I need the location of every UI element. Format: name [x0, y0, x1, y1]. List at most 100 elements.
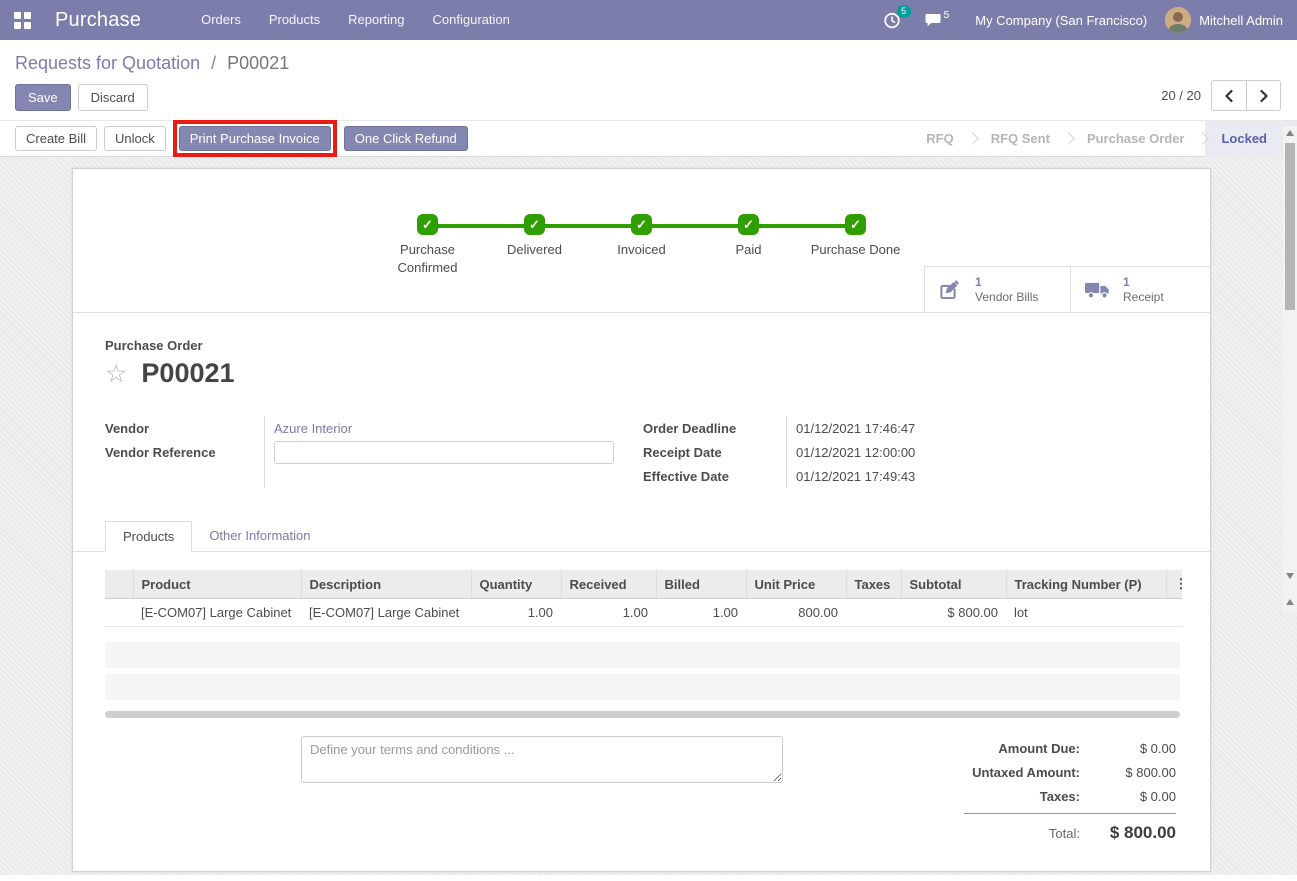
menu-products[interactable]: Products	[255, 0, 334, 40]
scroll-down-icon[interactable]	[1286, 573, 1294, 579]
breadcrumb-separator: /	[211, 53, 216, 73]
column-quantity[interactable]: Quantity	[471, 570, 561, 599]
terms-and-conditions	[301, 736, 783, 848]
company-switcher[interactable]: My Company (San Francisco)	[975, 13, 1147, 28]
check-icon: ✓	[417, 214, 438, 235]
tab-products[interactable]: Products	[105, 521, 192, 552]
control-panel: Requests for Quotation / P00021 Save Dis…	[0, 40, 1297, 120]
terms-textarea[interactable]	[301, 736, 783, 783]
row-handle[interactable]	[105, 599, 133, 627]
column-product[interactable]: Product	[133, 570, 301, 599]
discard-button[interactable]: Discard	[78, 84, 148, 111]
avatar-image	[1165, 7, 1191, 33]
status-step-rfq[interactable]: RFQ	[910, 121, 969, 157]
vendor-bills-count: 1	[975, 275, 1038, 290]
notebook-tabs: Products Other Information	[73, 521, 1210, 552]
favorite-star-icon[interactable]: ☆	[105, 362, 127, 386]
receipt-count: 1	[1123, 275, 1164, 290]
menu-orders[interactable]: Orders	[187, 0, 255, 40]
scroll-up-icon[interactable]	[1286, 599, 1294, 605]
order-totals: Amount Due: $ 0.00 Untaxed Amount: $ 800…	[931, 736, 1176, 848]
messages-button[interactable]: 5	[925, 13, 950, 28]
table-header-row: Product Description Quantity Received Bi…	[105, 570, 1182, 599]
print-purchase-invoice-button[interactable]: Print Purchase Invoice	[179, 126, 331, 151]
row-handle-column	[105, 570, 133, 599]
effective-date-value[interactable]: 01/12/2021 17:49:43	[796, 464, 1178, 488]
table-row[interactable]: [E-COM07] Large Cabinet [E-COM07] Large …	[105, 599, 1182, 627]
status-step-purchase-order[interactable]: Purchase Order	[1071, 121, 1201, 157]
status-step-rfq-sent[interactable]: RFQ Sent	[975, 121, 1066, 157]
progress-step-purchase-done: ✓ Purchase Done	[802, 214, 909, 277]
untaxed-amount-value: $ 800.00	[1094, 765, 1176, 780]
column-taxes[interactable]: Taxes	[846, 570, 901, 599]
receipt-date-label: Receipt Date	[643, 440, 786, 464]
cell-received[interactable]: 1.00	[561, 599, 656, 627]
receipt-date-value[interactable]: 01/12/2021 12:00:00	[796, 440, 1178, 464]
cell-billed[interactable]: 1.00	[656, 599, 746, 627]
table-horizontal-scrollbar[interactable]	[105, 711, 1180, 718]
untaxed-amount-label: Untaxed Amount:	[931, 765, 1094, 780]
cell-subtotal[interactable]: $ 800.00	[901, 599, 1006, 627]
total-label: Total:	[931, 826, 1094, 841]
check-icon: ✓	[631, 214, 652, 235]
chevron-right-icon	[1259, 90, 1269, 102]
chat-icon	[925, 13, 942, 28]
vendor-reference-input[interactable]	[274, 441, 614, 464]
check-icon: ✓	[738, 214, 759, 235]
cell-unit-price[interactable]: 800.00	[746, 599, 846, 627]
cell-quantity[interactable]: 1.00	[471, 599, 561, 627]
user-avatar[interactable]	[1165, 7, 1191, 33]
optional-columns-icon[interactable]: ⋮	[1166, 570, 1182, 599]
cell-product[interactable]: [E-COM07] Large Cabinet	[133, 599, 301, 627]
vertical-scrollbar[interactable]	[1283, 126, 1297, 613]
edit-buttons: Save Discard	[15, 84, 1281, 111]
vendor-reference-label: Vendor Reference	[105, 440, 264, 464]
apps-menu-icon[interactable]	[14, 12, 31, 29]
app-title[interactable]: Purchase	[55, 9, 141, 32]
cell-tracking-number[interactable]: lot	[1006, 599, 1166, 627]
check-icon: ✓	[845, 214, 866, 235]
column-received[interactable]: Received	[561, 570, 656, 599]
pager-count: 20 / 20	[1161, 88, 1201, 103]
column-tracking-number[interactable]: Tracking Number (P)	[1006, 570, 1166, 599]
pager-previous-button[interactable]	[1211, 80, 1246, 111]
one-click-refund-button[interactable]: One Click Refund	[344, 126, 468, 151]
menu-configuration[interactable]: Configuration	[419, 0, 524, 40]
form-view-background: ✓ Purchase Confirmed ✓ Delivered ✓ Invoi…	[0, 157, 1297, 875]
totals-divider	[964, 813, 1176, 814]
scrollbar-thumb[interactable]	[1285, 143, 1295, 310]
form-sheet: ✓ Purchase Confirmed ✓ Delivered ✓ Invoi…	[72, 168, 1211, 872]
message-count: 5	[944, 10, 950, 21]
breadcrumb-parent-link[interactable]: Requests for Quotation	[15, 53, 200, 73]
create-bill-button[interactable]: Create Bill	[15, 126, 97, 151]
vendor-value-link[interactable]: Azure Interior	[274, 421, 352, 436]
receipt-smart-button[interactable]: 1 Receipt	[1070, 266, 1210, 312]
cell-description[interactable]: [E-COM07] Large Cabinet	[301, 599, 471, 627]
scroll-up-icon[interactable]	[1286, 130, 1294, 136]
page-title: P00021	[141, 358, 234, 389]
record-pager: 20 / 20	[1161, 80, 1281, 111]
unlock-button[interactable]: Unlock	[104, 126, 166, 151]
pager-next-button[interactable]	[1246, 80, 1281, 111]
column-unit-price[interactable]: Unit Price	[746, 570, 846, 599]
statusbar: RFQ RFQ Sent Purchase Order Locked	[910, 121, 1297, 156]
user-menu[interactable]: Mitchell Admin	[1199, 13, 1283, 28]
top-navbar: Purchase Orders Products Reporting Confi…	[0, 0, 1297, 40]
breadcrumb-current: P00021	[227, 53, 289, 73]
chevron-left-icon	[1224, 90, 1234, 102]
save-button[interactable]: Save	[15, 84, 71, 111]
activities-button[interactable]: 5	[883, 11, 901, 29]
tab-other-information[interactable]: Other Information	[192, 521, 327, 551]
column-billed[interactable]: Billed	[656, 570, 746, 599]
order-lines-table: Product Description Quantity Received Bi…	[105, 570, 1180, 718]
check-icon: ✓	[524, 214, 545, 235]
progress-step-purchase-confirmed: ✓ Purchase Confirmed	[374, 214, 481, 277]
order-deadline-value[interactable]: 01/12/2021 17:46:47	[796, 416, 1178, 440]
empty-table-row	[105, 674, 1180, 700]
column-description[interactable]: Description	[301, 570, 471, 599]
cell-taxes[interactable]	[846, 599, 901, 627]
vendor-bills-smart-button[interactable]: 1 Vendor Bills	[924, 266, 1070, 312]
menu-reporting[interactable]: Reporting	[334, 0, 418, 40]
activity-count-badge: 5	[897, 5, 911, 18]
column-subtotal[interactable]: Subtotal	[901, 570, 1006, 599]
